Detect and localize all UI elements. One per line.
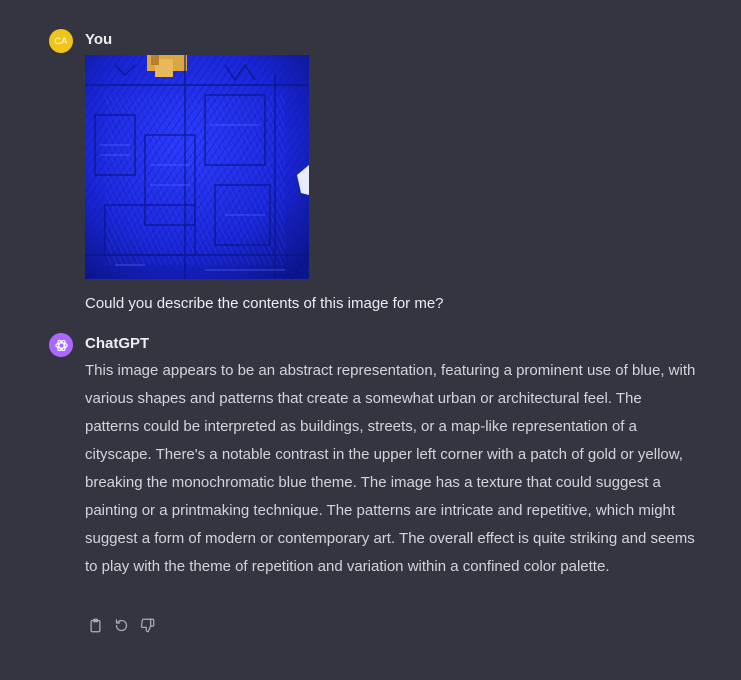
thumbs-down-icon xyxy=(140,618,154,632)
openai-logo-icon xyxy=(54,339,68,351)
uploaded-image[interactable] xyxy=(85,55,309,279)
assistant-message: This image appears to be an abstract rep… xyxy=(85,362,696,575)
chatgpt-avatar xyxy=(49,333,73,357)
message-actions xyxy=(85,615,157,635)
clipboard-icon xyxy=(90,618,100,632)
thumbs-down-button[interactable] xyxy=(137,615,157,635)
abstract-blue-artwork xyxy=(85,55,309,279)
user-message: Could you describe the contents of this … xyxy=(85,295,444,312)
user-author-name: You xyxy=(85,31,113,48)
copy-button[interactable] xyxy=(85,615,105,635)
assistant-author-name: ChatGPT xyxy=(85,335,150,352)
regenerate-icon xyxy=(115,618,127,631)
regenerate-button[interactable] xyxy=(111,615,131,635)
user-avatar: CA xyxy=(49,29,73,53)
